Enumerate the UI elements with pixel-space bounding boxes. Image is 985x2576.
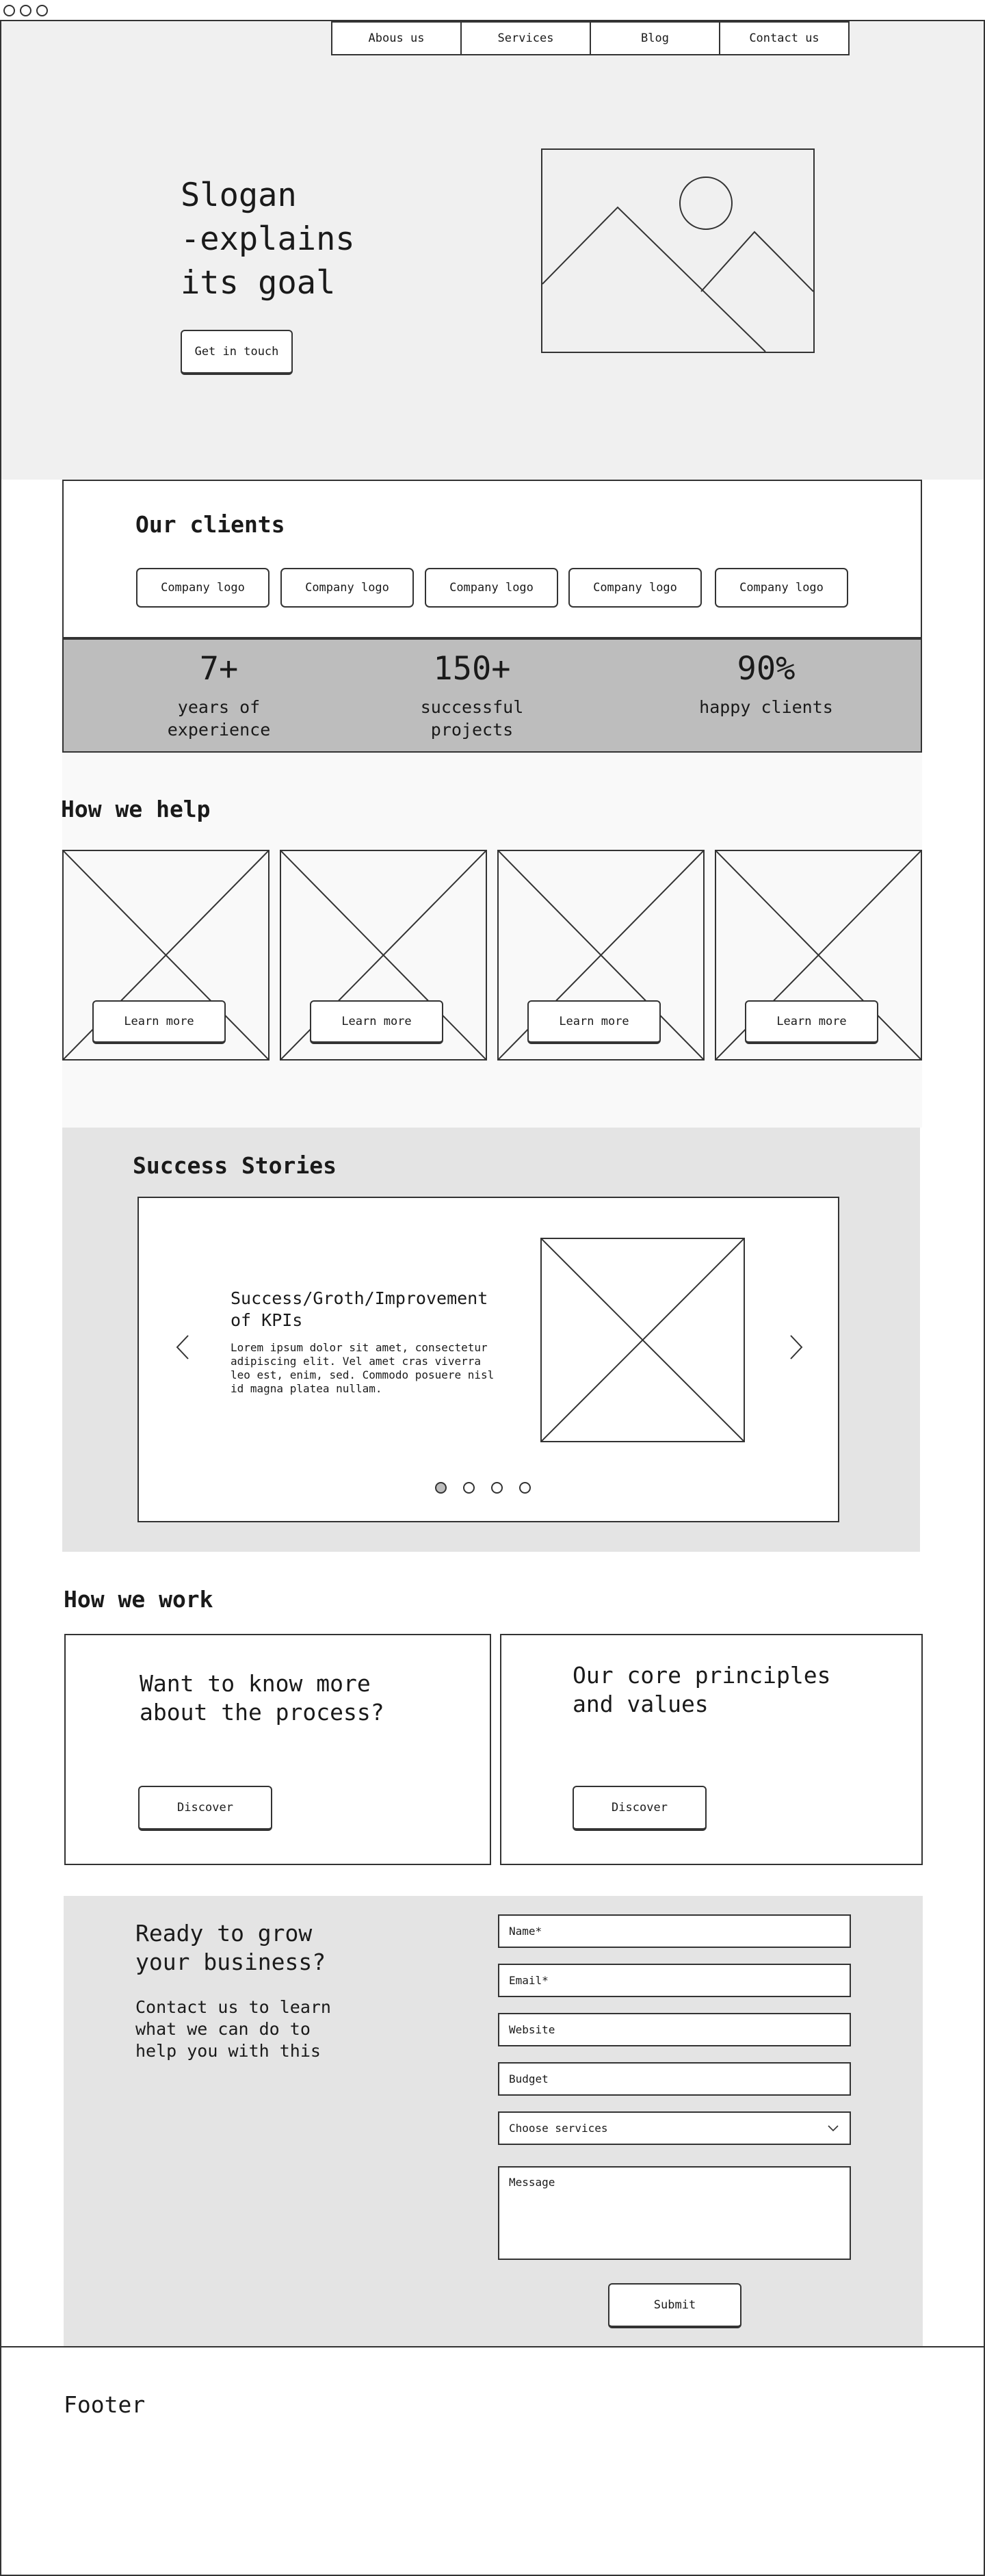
contact-heading: Ready to grow your business? bbox=[135, 1920, 326, 1975]
how-we-work-title: How we work bbox=[64, 1586, 213, 1613]
services-select-value: Choose services bbox=[509, 2122, 608, 2135]
nav-services[interactable]: Services bbox=[460, 21, 591, 55]
submit-button[interactable]: Submit bbox=[608, 2283, 741, 2328]
nav-contact[interactable]: Contact us bbox=[719, 21, 850, 55]
website-field[interactable] bbox=[498, 2013, 851, 2046]
carousel-dot-1[interactable] bbox=[435, 1482, 447, 1494]
get-in-touch-button[interactable]: Get in touch bbox=[181, 330, 293, 375]
success-stories-title: Success Stories bbox=[133, 1152, 337, 1179]
window-titlebar bbox=[0, 0, 985, 21]
hero-image-placeholder-icon bbox=[541, 148, 815, 353]
clients-title: Our clients bbox=[135, 511, 285, 538]
window-minimize-dot[interactable] bbox=[20, 5, 31, 16]
carousel-dot-4[interactable] bbox=[519, 1482, 531, 1494]
carousel-dot-3[interactable] bbox=[491, 1482, 503, 1494]
client-logo-4: Company logo bbox=[568, 568, 702, 608]
carousel-dot-2[interactable] bbox=[463, 1482, 475, 1494]
stat-projects-value: 150+ bbox=[433, 650, 511, 688]
window-maximize-dot[interactable] bbox=[36, 5, 48, 16]
help-card-4: Learn more bbox=[715, 850, 922, 1061]
email-field[interactable] bbox=[498, 1964, 851, 1997]
client-logo-5: Company logo bbox=[715, 568, 848, 608]
stat-clients-value: 90% bbox=[737, 650, 796, 688]
work-card-process-title: Want to know more about the process? bbox=[140, 1670, 384, 1726]
nav-blog[interactable]: Blog bbox=[590, 21, 720, 55]
top-nav: Abous us Services Blog Contact us bbox=[331, 21, 850, 55]
hero-section bbox=[1, 21, 984, 480]
window-close-dot[interactable] bbox=[3, 5, 15, 16]
work-card-process bbox=[64, 1634, 491, 1865]
contact-text: Contact us to learn what we can do to he… bbox=[135, 1997, 331, 2061]
learn-more-button[interactable]: Learn more bbox=[527, 1000, 661, 1044]
learn-more-button[interactable]: Learn more bbox=[92, 1000, 226, 1044]
footer-label: Footer bbox=[64, 2391, 146, 2418]
help-card-3: Learn more bbox=[497, 850, 705, 1061]
services-select[interactable]: Choose services bbox=[498, 2111, 851, 2145]
discover-process-button[interactable]: Discover bbox=[138, 1786, 272, 1831]
chevron-left-icon[interactable] bbox=[173, 1333, 194, 1362]
chevron-down-icon bbox=[828, 2124, 839, 2131]
learn-more-button[interactable]: Learn more bbox=[310, 1000, 443, 1044]
footer bbox=[1, 2346, 984, 2575]
work-card-principles-title: Our core principles and values bbox=[573, 1662, 831, 1717]
discover-principles-button[interactable]: Discover bbox=[573, 1786, 707, 1831]
stat-years-value: 7+ bbox=[199, 650, 239, 688]
stat-projects-label: successful projects bbox=[420, 697, 524, 740]
stat-clients-label: happy clients bbox=[699, 697, 833, 717]
story-title: Success/Groth/Improvement of KPIs bbox=[231, 1288, 488, 1330]
help-card-2: Learn more bbox=[280, 850, 487, 1061]
budget-field[interactable] bbox=[498, 2062, 851, 2096]
chevron-right-icon[interactable] bbox=[785, 1333, 806, 1362]
how-we-help-title: How we help bbox=[61, 796, 211, 822]
nav-about[interactable]: Abous us bbox=[331, 21, 462, 55]
learn-more-button[interactable]: Learn more bbox=[745, 1000, 878, 1044]
client-logo-2: Company logo bbox=[280, 568, 414, 608]
story-text: Lorem ipsum dolor sit amet, consectetur … bbox=[231, 1341, 495, 1395]
story-image-placeholder-icon bbox=[540, 1238, 745, 1442]
message-field[interactable] bbox=[498, 2166, 851, 2260]
stat-years-label: years of experience bbox=[167, 697, 271, 740]
name-field[interactable] bbox=[498, 1914, 851, 1948]
hero-slogan: Slogan -explains its goal bbox=[181, 177, 355, 302]
client-logo-1: Company logo bbox=[136, 568, 270, 608]
help-card-1: Learn more bbox=[62, 850, 270, 1061]
clients-section bbox=[62, 480, 922, 638]
client-logo-3: Company logo bbox=[425, 568, 558, 608]
